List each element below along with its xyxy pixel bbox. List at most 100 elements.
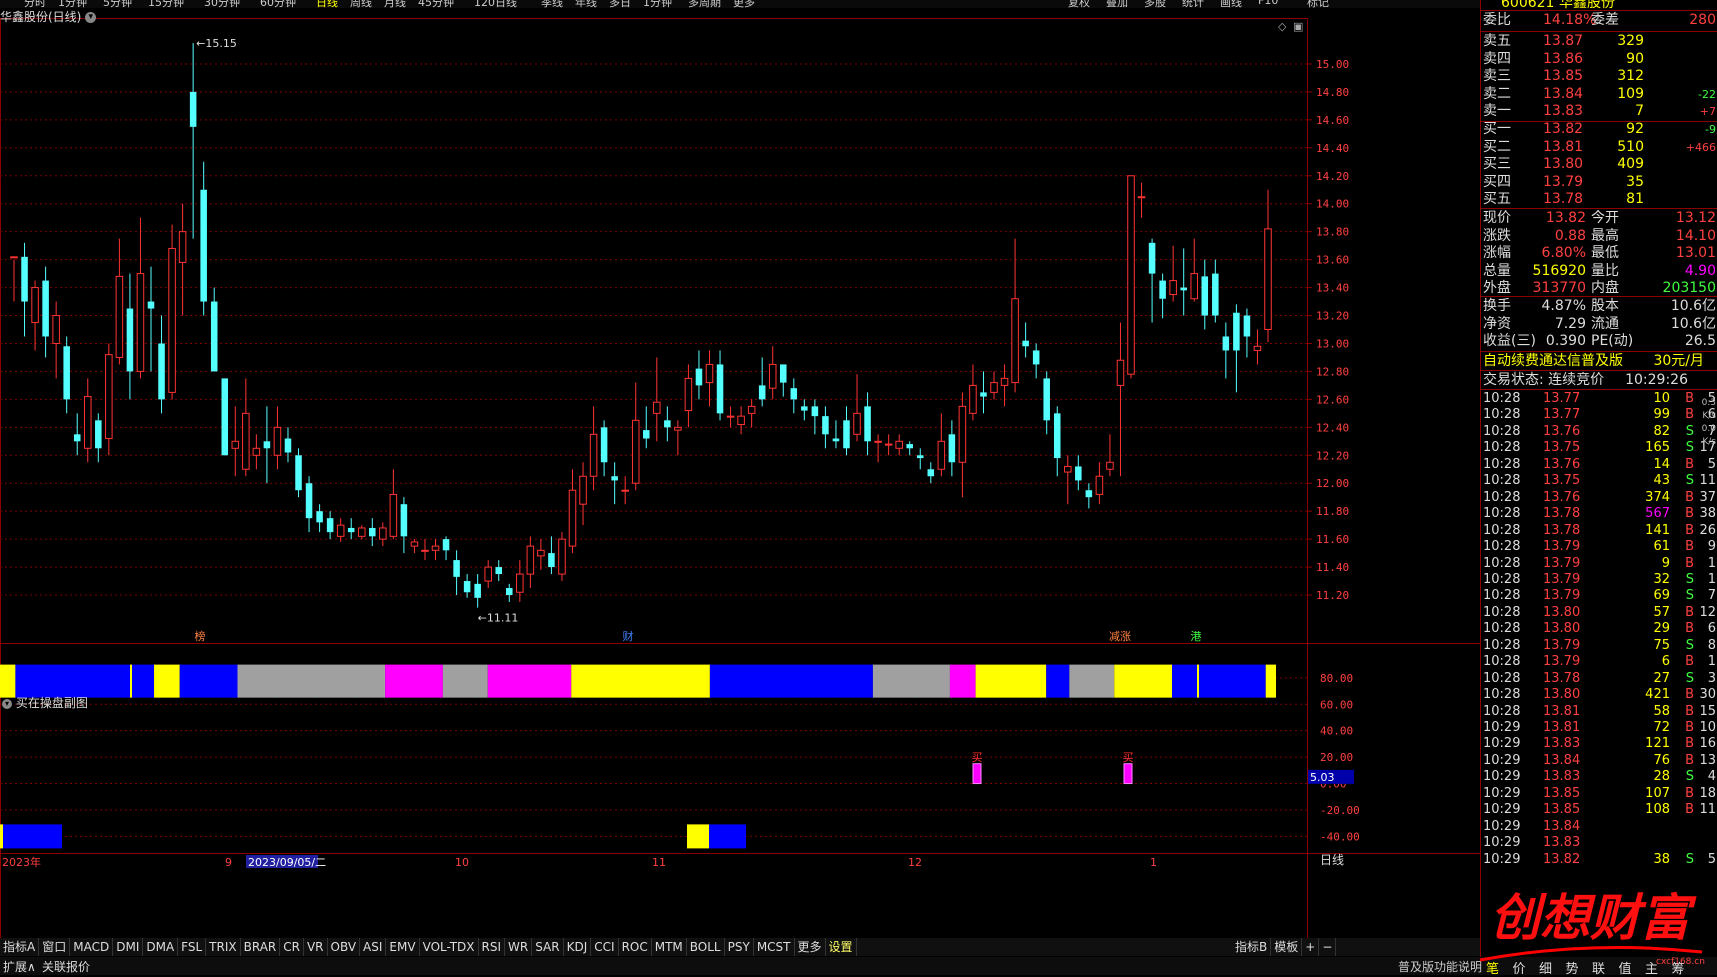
bottom-signal-block (687, 824, 709, 849)
buy-signal-label: 买 (1123, 751, 1134, 764)
period-tab[interactable]: 1分钟 (58, 0, 87, 8)
indicator-tab[interactable]: BOLL (687, 938, 725, 956)
candle-down (1032, 350, 1040, 365)
period-tab[interactable]: 季线 (541, 0, 563, 8)
kline-chart[interactable]: 15.00 14.80 14.60 14.40 14.20 14.00 13.80 13.60… (0, 8, 1480, 958)
indicator-tab[interactable]: VOL-TDX (420, 938, 479, 956)
period-tab[interactable]: 月线 (384, 0, 406, 8)
tick-row: 10:28 13.76 374 B 37 (1481, 489, 1717, 507)
indicator-tab[interactable]: WR (505, 938, 533, 956)
toolbar-button[interactable]: 复权 (1068, 0, 1090, 8)
indicator-tab[interactable]: 窗口 (39, 938, 71, 956)
tick-count: 38 (1699, 506, 1716, 522)
indicator-right-button[interactable]: 指标B (1232, 938, 1272, 956)
candle-up (1106, 461, 1114, 470)
candle-down (326, 518, 334, 533)
period-tab[interactable]: 更多 (733, 0, 755, 8)
signal-band-segment (1265, 664, 1276, 698)
indicator-right-button[interactable]: + (1302, 938, 1320, 956)
candle-down (811, 406, 819, 417)
indicator-tab[interactable]: KDJ (564, 938, 592, 956)
tick-row: 10:29 13.84 76 B 13 (1481, 752, 1717, 770)
indicator-tab[interactable]: MTM (652, 938, 687, 956)
panel-tab[interactable]: 细 (1539, 958, 1552, 977)
indicator-tab[interactable]: EMV (386, 938, 420, 956)
panel-tab[interactable]: 主 (1645, 958, 1658, 977)
indicator-tab[interactable]: FSL (178, 938, 207, 956)
panel-tab[interactable]: 筹 (1672, 958, 1685, 977)
ask-change: +7 (1699, 105, 1716, 118)
tick-time: 10:28 (1483, 489, 1521, 505)
candle-up (726, 415, 735, 418)
period-tab[interactable]: 分时 (24, 0, 46, 8)
panel-tab[interactable]: 笔 (1486, 958, 1499, 977)
indicator-tab[interactable]: 设置 (826, 938, 857, 956)
tick-price: 13.83 (1543, 736, 1581, 752)
toolbar-button[interactable]: 叠加 (1106, 0, 1128, 8)
period-tab[interactable]: 30分钟 (204, 0, 240, 8)
period-tab[interactable]: 5分钟 (103, 0, 132, 8)
expand-button[interactable]: 扩展∧ (3, 958, 36, 975)
candle-down (1243, 315, 1251, 337)
panel-tab[interactable]: 势 (1566, 958, 1579, 977)
indicator-tab[interactable]: MACD (70, 938, 114, 956)
subchart-title: ▾ 买在操盘副图 (2, 694, 88, 711)
indicator-tab[interactable]: MCST (754, 938, 795, 956)
period-tab[interactable]: 45分钟 (418, 0, 454, 8)
period-tab[interactable]: 1分钟 (643, 0, 672, 8)
indicator-tab[interactable]: VR (304, 938, 328, 956)
subchart-dropdown-icon[interactable]: ▾ (2, 698, 12, 709)
toolbar-button[interactable]: 统计 (1182, 0, 1204, 8)
period-tab[interactable]: 多日 (609, 0, 631, 8)
tick-volume: 374 (1645, 489, 1670, 505)
indicator-tab[interactable]: TRIX (206, 938, 241, 956)
indicator-tab[interactable]: RSI (479, 938, 506, 956)
bottom-signal-block (709, 824, 746, 849)
indicator-tab[interactable]: SAR (532, 938, 564, 956)
signal-band-segment (872, 664, 950, 698)
indicator-tab[interactable]: ASI (360, 938, 387, 956)
indicator-right-button[interactable]: 模板 (1271, 938, 1303, 956)
period-tab[interactable]: 60分钟 (260, 0, 296, 8)
chart-dropdown-icon[interactable]: ▾ (85, 12, 97, 23)
period-tab[interactable]: 周线 (350, 0, 372, 8)
indicator-tab[interactable]: DMI (113, 938, 144, 956)
indicator-right-button[interactable]: − (1319, 938, 1337, 956)
period-tab[interactable]: 年线 (575, 0, 597, 8)
tick-side: B (1685, 802, 1694, 818)
panel-tab[interactable]: 价 (1513, 958, 1526, 977)
tick-side: B (1685, 522, 1694, 538)
toolbar-button[interactable]: 画线 (1220, 0, 1242, 8)
indicator-tab[interactable]: PSY (725, 938, 754, 956)
bid-price: 13.78 (1543, 191, 1584, 207)
ask-row: 卖四 13.86 90 (1481, 50, 1717, 69)
period-tab[interactable]: 多周期 (688, 0, 721, 8)
linked-quote-button[interactable]: 关联报价 (42, 958, 90, 975)
y-tick-label: 13.40 (1316, 282, 1349, 295)
tick-price: 13.76 (1543, 423, 1581, 439)
indicator-tab[interactable]: 更多 (795, 938, 826, 956)
toolbar-button[interactable]: F10 (1258, 0, 1278, 7)
indicator-tab[interactable]: OBV (328, 938, 361, 956)
indicator-tab[interactable]: CCI (591, 938, 619, 956)
period-tab[interactable]: 120日线 (474, 0, 517, 8)
indicator-tab[interactable]: DMA (143, 938, 179, 956)
tick-volume: 107 (1645, 785, 1670, 801)
panel-tab[interactable]: 值 (1619, 958, 1632, 977)
toolbar-button[interactable]: 多股 (1144, 0, 1166, 8)
indicator-tab[interactable]: CR (280, 938, 304, 956)
candle-up (273, 426, 282, 456)
tick-time: 10:28 (1483, 440, 1521, 456)
period-tab[interactable]: 日线 (316, 0, 338, 8)
indicator-tab[interactable]: BRAR (241, 938, 281, 956)
period-toolbar: 分时 1分钟 5分钟 15分钟 30分钟 60分钟 日线 周线 月线 45分钟 120日线 季线 年线 多… (0, 0, 1717, 8)
panel-tab[interactable]: 联 (1592, 958, 1605, 977)
promo-row[interactable]: 自动续费通达信普及版 30元/月 (1481, 352, 1717, 371)
tick-price: 13.78 (1543, 506, 1581, 522)
indicator-tab[interactable]: 指标A (0, 938, 40, 956)
quote-row: 涨跌 0.88 最高 14.10 (1481, 227, 1717, 246)
toolbar-button[interactable]: 标记 (1307, 0, 1329, 8)
tick-row: 10:28 13.75 43 S 11 (1481, 472, 1717, 490)
indicator-tab[interactable]: ROC (619, 938, 652, 956)
period-tab[interactable]: 15分钟 (148, 0, 184, 8)
